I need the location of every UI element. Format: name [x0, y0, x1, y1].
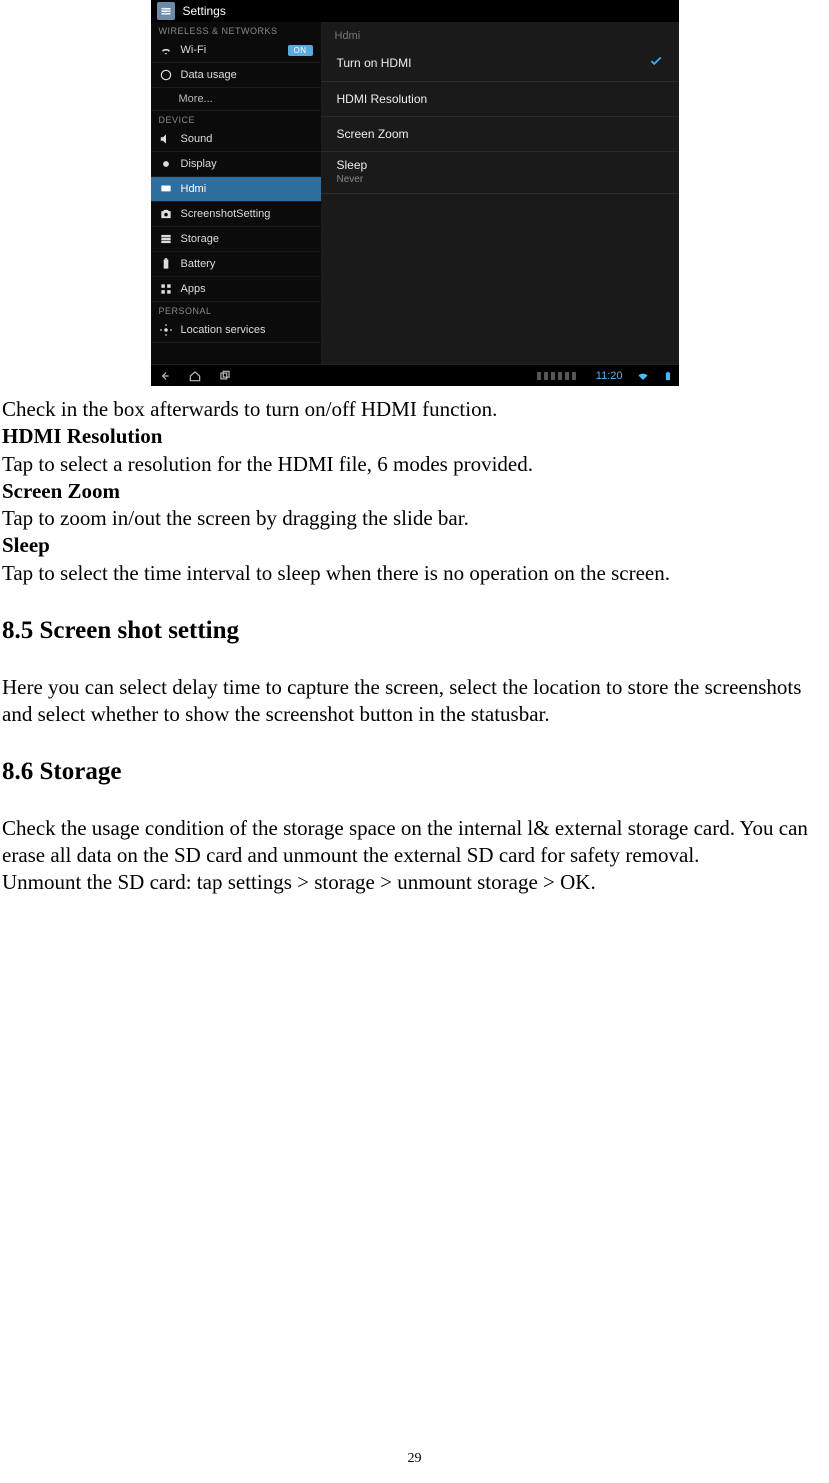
sidebar-item-battery[interactable]: Battery — [151, 252, 321, 277]
home-icon[interactable] — [187, 369, 203, 383]
sidebar-item-wifi[interactable]: Wi-Fi ON — [151, 38, 321, 63]
battery-icon — [159, 257, 173, 271]
wifi-toggle-on[interactable]: ON — [288, 45, 313, 56]
app-title: Settings — [183, 4, 226, 18]
sidebar-item-label: Display — [181, 158, 217, 170]
sidebar-item-location[interactable]: Location services — [151, 318, 321, 343]
sidebar-item-data-usage[interactable]: Data usage — [151, 63, 321, 88]
sidebar-item-more[interactable]: More... — [151, 88, 321, 111]
app-bar: Settings — [151, 0, 679, 22]
settings-app-icon — [157, 2, 175, 20]
heading-8-5: 8.5 Screen shot setting — [2, 615, 827, 648]
row-sub-value: Never — [337, 174, 663, 185]
row-label: Turn on HDMI — [337, 56, 412, 70]
sidebar-item-label: Battery — [181, 258, 216, 270]
section-wireless: WIRELESS & NETWORKS — [151, 22, 321, 38]
battery-status-icon — [663, 370, 673, 382]
apps-icon — [159, 282, 173, 296]
sidebar-item-label: Apps — [181, 283, 206, 295]
paragraph: Check the usage condition of the storage… — [2, 815, 827, 870]
sidebar-item-apps[interactable]: Apps — [151, 277, 321, 302]
paragraph: Check in the box afterwards to turn on/o… — [2, 396, 827, 423]
section-personal: PERSONAL — [151, 302, 321, 318]
row-turn-on-hdmi[interactable]: Turn on HDMI — [321, 44, 679, 82]
sidebar-item-sound[interactable]: Sound — [151, 127, 321, 152]
row-sleep[interactable]: Sleep Never — [321, 152, 679, 194]
sidebar-item-label: Wi-Fi — [181, 44, 207, 56]
row-label: Screen Zoom — [337, 127, 409, 141]
subheading-sleep: Sleep — [2, 532, 827, 559]
document-body: Check in the box afterwards to turn on/o… — [2, 396, 827, 897]
sidebar-item-display[interactable]: Display — [151, 152, 321, 177]
system-navbar: 11:20 — [151, 364, 679, 386]
subheading-hdmi-resolution: HDMI Resolution — [2, 423, 827, 450]
sidebar-item-label: Data usage — [181, 69, 237, 81]
settings-content-pane: Hdmi Turn on HDMI HDMI Resolution Screen… — [321, 22, 679, 364]
wifi-icon — [159, 43, 173, 57]
sidebar-item-label: Location services — [181, 324, 266, 336]
battery-meter-icon — [537, 372, 576, 380]
sidebar-item-label: Hdmi — [181, 183, 207, 195]
camera-icon — [159, 207, 173, 221]
paragraph: Here you can select delay time to captur… — [2, 674, 827, 729]
display-icon — [159, 157, 173, 171]
hdmi-icon — [159, 182, 173, 196]
storage-icon — [159, 232, 173, 246]
sidebar-item-label: Sound — [181, 133, 213, 145]
sidebar-item-screenshot-setting[interactable]: ScreenshotSetting — [151, 202, 321, 227]
clock-time: 11:20 — [596, 370, 623, 382]
heading-8-6: 8.6 Storage — [2, 756, 827, 789]
row-label: HDMI Resolution — [337, 92, 428, 106]
wifi-status-icon — [637, 370, 649, 382]
row-label: Sleep — [337, 158, 663, 172]
checkbox-checked-icon[interactable] — [649, 54, 663, 71]
android-settings-screenshot: Settings WIRELESS & NETWORKS Wi-Fi ON Da… — [151, 0, 679, 386]
paragraph: Tap to select the time interval to sleep… — [2, 560, 827, 587]
section-device: DEVICE — [151, 111, 321, 127]
sound-icon — [159, 132, 173, 146]
page-number: 29 — [0, 1451, 829, 1467]
paragraph: Tap to select a resolution for the HDMI … — [2, 451, 827, 478]
back-icon[interactable] — [157, 369, 173, 383]
sidebar-item-label: Storage — [181, 233, 220, 245]
sidebar-item-label: More... — [179, 93, 213, 105]
paragraph: Tap to zoom in/out the screen by draggin… — [2, 505, 827, 532]
subheading-screen-zoom: Screen Zoom — [2, 478, 827, 505]
data-usage-icon — [159, 68, 173, 82]
location-icon — [159, 323, 173, 337]
settings-sidebar: WIRELESS & NETWORKS Wi-Fi ON Data usage … — [151, 22, 321, 364]
row-hdmi-resolution[interactable]: HDMI Resolution — [321, 82, 679, 117]
sidebar-item-storage[interactable]: Storage — [151, 227, 321, 252]
breadcrumb: Hdmi — [321, 22, 679, 44]
row-screen-zoom[interactable]: Screen Zoom — [321, 117, 679, 152]
sidebar-item-hdmi[interactable]: Hdmi — [151, 177, 321, 202]
sidebar-item-label: ScreenshotSetting — [181, 208, 271, 220]
paragraph: Unmount the SD card: tap settings > stor… — [2, 869, 827, 896]
recent-apps-icon[interactable] — [217, 369, 233, 383]
